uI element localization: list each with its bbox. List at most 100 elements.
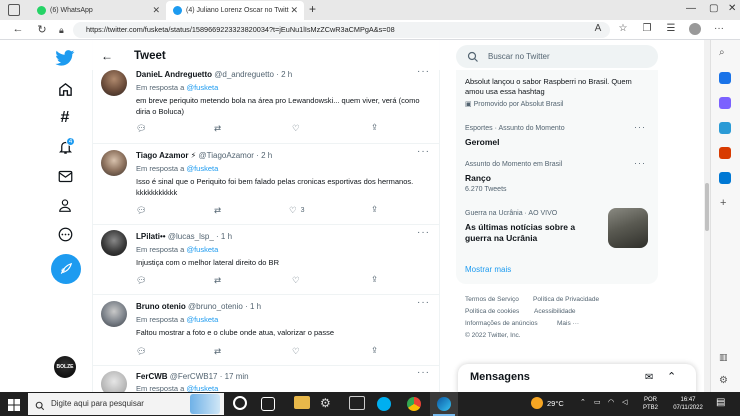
favorites-icon[interactable]: ☰ (665, 23, 677, 35)
address-bar[interactable]: https://twitter.com/fusketa/status/15896… (73, 22, 610, 38)
trend-more-icon[interactable]: ··· (634, 158, 646, 168)
expand-chevron-icon[interactable]: ⌃ (667, 370, 676, 383)
notification-center-icon[interactable]: ▤ (716, 397, 725, 408)
messages-envelope-icon[interactable] (54, 165, 76, 187)
twitter-logo-icon[interactable] (54, 47, 76, 69)
footer-link[interactable]: Política de cookies (465, 308, 519, 315)
new-tab-button[interactable]: + (309, 2, 316, 16)
trend-title[interactable]: Geromel (465, 137, 500, 147)
minimize-button[interactable]: — (686, 3, 696, 14)
read-aloud-icon[interactable]: A (592, 23, 604, 35)
weather-temperature[interactable]: 29°C (547, 399, 564, 408)
search-input[interactable] (456, 45, 658, 68)
retweet-icon[interactable]: ⇄ (214, 205, 221, 216)
back-arrow-icon[interactable]: ← (101, 49, 113, 63)
trend-thumbnail-image[interactable] (608, 208, 648, 248)
trend-more-icon[interactable]: ··· (634, 122, 646, 132)
tweet-more-icon[interactable]: ··· (417, 146, 430, 157)
settings-menu-icon[interactable]: ··· (713, 23, 725, 35)
profile-person-icon[interactable] (54, 194, 76, 216)
tweet-more-icon[interactable]: ··· (417, 227, 430, 238)
reply-icon[interactable]: 💬︎ (136, 123, 147, 134)
like-heart-icon[interactable]: ♡ (292, 123, 300, 134)
more-options-circle-icon[interactable] (54, 223, 76, 245)
retweet-icon[interactable]: ⇄ (214, 346, 221, 357)
edge-icon[interactable] (437, 397, 451, 411)
add-plus-icon[interactable]: + (720, 197, 726, 209)
like-heart-icon[interactable]: ♡ (292, 275, 300, 286)
tab-twitter[interactable]: (4) Juliano Lorenz Oscar no Twitt ✕ (166, 1, 304, 20)
outlook-icon[interactable] (719, 172, 731, 184)
skype-icon[interactable] (377, 397, 391, 411)
reply-mention[interactable]: @fusketa (186, 83, 218, 92)
network-icon[interactable]: ◠ (608, 398, 614, 406)
trend-title[interactable]: As últimas notícias sobre a guerra na Uc… (465, 222, 595, 244)
windows-start-icon[interactable] (8, 398, 20, 411)
share-icon[interactable]: ⇪ (371, 274, 378, 285)
promoted-trend-text[interactable]: Absolut lançou o sabor Raspberri no Bras… (465, 77, 645, 97)
store-icon[interactable] (349, 396, 365, 410)
footer-link[interactable]: Mais ··· (557, 320, 579, 327)
new-message-icon[interactable]: ✉ (645, 372, 653, 383)
close-icon[interactable]: ✕ (290, 1, 298, 20)
window-close-button[interactable]: ✕ (728, 3, 736, 14)
tweet-author-line[interactable]: Bruno otenio @bruno_otenio · 1 h (136, 302, 261, 311)
sidebar-layout-icon[interactable]: ▥ (719, 352, 728, 363)
tray-overflow-icon[interactable]: ⌃ (580, 398, 586, 406)
cortana-icon[interactable] (233, 396, 247, 410)
reply-mention[interactable]: @fusketa (186, 245, 218, 254)
profile-avatar-icon[interactable] (689, 23, 701, 35)
tweet-author-line[interactable]: LPilati•• @lucas_lsp_ · 1 h (136, 232, 232, 241)
reload-button[interactable]: ↻ (35, 23, 49, 36)
share-icon[interactable]: ⇪ (371, 204, 378, 215)
favorite-star-icon[interactable]: ☆ (617, 23, 629, 35)
tweet-more-icon[interactable]: ··· (417, 297, 430, 308)
task-view-icon[interactable] (261, 397, 275, 411)
footer-link[interactable]: Informações de anúncios (465, 320, 538, 327)
maximize-button[interactable]: ▢ (709, 3, 718, 14)
like-heart-icon[interactable]: ♡ (292, 346, 300, 357)
volume-icon[interactable]: ◁ (622, 398, 627, 406)
trend-title[interactable]: Ranço (465, 173, 491, 183)
tweet-more-icon[interactable]: ··· (417, 66, 430, 77)
tweet-more-icon[interactable]: ··· (417, 367, 430, 378)
like-heart-icon[interactable]: ♡ 3 (289, 205, 305, 216)
retweet-icon[interactable]: ⇄ (214, 275, 221, 286)
tools-icon[interactable] (719, 97, 731, 109)
clock[interactable]: 16:47 07/11/2022 (668, 396, 708, 412)
account-avatar[interactable]: BOLZE (54, 356, 76, 378)
back-button[interactable]: ← (11, 23, 25, 35)
scrollbar-thumb[interactable] (705, 183, 709, 231)
settings-gear-icon[interactable]: ⚙ (320, 396, 331, 410)
compose-tweet-button[interactable] (51, 254, 81, 284)
tab-whatsapp[interactable]: (6) WhatsApp ✕ (30, 1, 166, 20)
avatar[interactable] (101, 70, 127, 96)
collections-icon[interactable]: ❐ (641, 23, 653, 35)
avatar[interactable] (101, 301, 127, 327)
tweet-author-line[interactable]: FerCWB @FerCWB17 · 17 min (136, 372, 249, 381)
reply-icon[interactable]: 💬︎ (136, 346, 147, 357)
chrome-icon[interactable] (407, 397, 421, 411)
retweet-icon[interactable]: ⇄ (214, 123, 221, 134)
home-icon[interactable] (54, 78, 76, 100)
file-explorer-icon[interactable] (294, 396, 310, 409)
explore-hashtag-icon[interactable]: # (54, 107, 76, 129)
tab-actions-icon[interactable] (8, 4, 20, 16)
footer-link[interactable]: Termos de Serviço (465, 296, 519, 303)
input-language[interactable]: POR PTB2 (643, 396, 658, 412)
tweet-author-line[interactable]: Tiago Azamor ⚡ @TiagoAzamor · 2 h (136, 151, 272, 160)
tweet-author-line[interactable]: DanieL Andreguetto @d_andreguetto · 2 h (136, 70, 292, 79)
share-icon[interactable]: ⇪ (371, 122, 378, 133)
battery-icon[interactable]: ▭ (594, 398, 601, 406)
footer-link[interactable]: Política de Privacidade (533, 296, 599, 303)
reply-mention[interactable]: @fusketa (186, 315, 218, 324)
share-icon[interactable]: ⇪ (371, 345, 378, 356)
footer-link[interactable]: Acessibilidade (534, 308, 576, 315)
reply-icon[interactable]: 💬︎ (136, 275, 147, 286)
games-icon[interactable] (719, 122, 731, 134)
reply-mention[interactable]: @fusketa (186, 164, 218, 173)
reply-icon[interactable]: 💬︎ (136, 205, 147, 216)
avatar[interactable] (101, 230, 127, 256)
avatar[interactable] (101, 150, 127, 176)
edge-search-icon[interactable]: ⌕ (719, 47, 725, 58)
